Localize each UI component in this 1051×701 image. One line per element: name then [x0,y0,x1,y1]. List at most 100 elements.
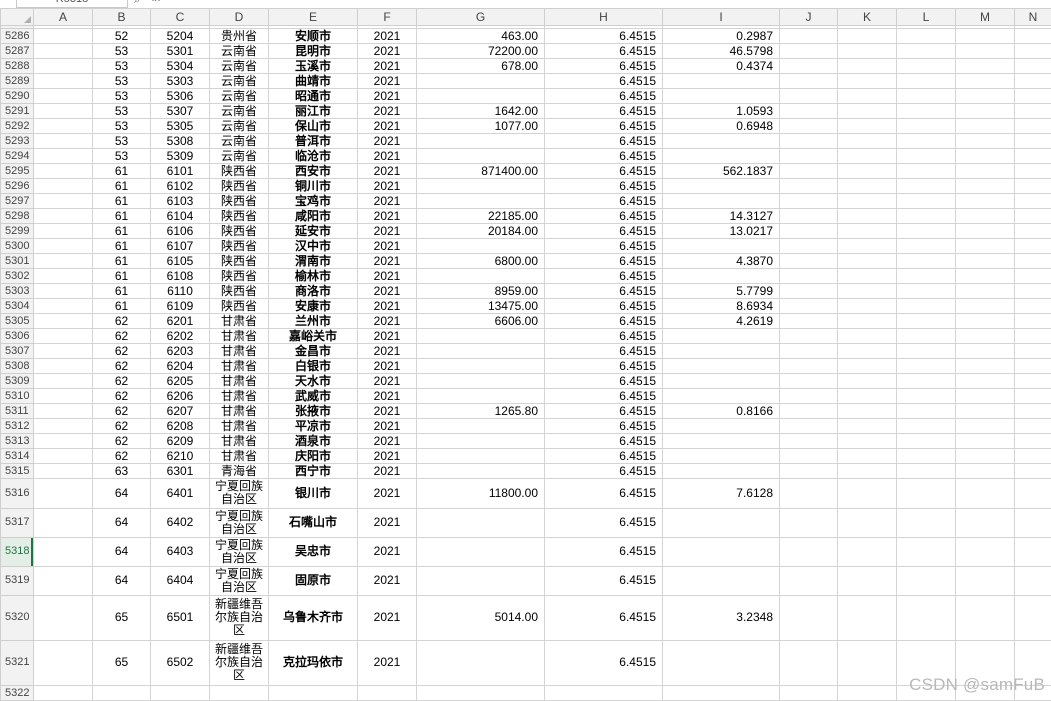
cell-e[interactable]: 张掖市 [268,403,358,420]
cell-m[interactable] [955,536,1015,567]
row-header[interactable]: 5289 [0,73,34,90]
cell-f[interactable]: 2021 [357,118,417,135]
cell-n[interactable] [1014,328,1051,345]
cell-g[interactable] [416,463,545,480]
cell-n[interactable] [1014,478,1051,509]
cell-n[interactable] [1014,253,1051,270]
cell-d[interactable]: 陕西省 [209,163,269,180]
cell-d[interactable]: 甘肃省 [209,373,269,390]
cell-n[interactable] [1014,58,1051,75]
cell-g[interactable] [416,388,545,405]
cell-e[interactable]: 汉中市 [268,238,358,255]
row-header[interactable]: 5308 [0,358,34,375]
cell-b[interactable]: 53 [92,73,151,90]
cell-d[interactable]: 宁夏回族自治区 [209,565,269,596]
cell-k[interactable] [837,178,897,195]
cell-h[interactable]: 6.4515 [544,418,663,435]
cell-g[interactable] [416,268,545,285]
cell-g[interactable] [416,73,545,90]
cell-e[interactable]: 白银市 [268,358,358,375]
cell-j[interactable] [779,148,838,165]
cell-g[interactable] [416,507,545,538]
cell-e[interactable]: 咸阳市 [268,208,358,225]
cell-b[interactable]: 61 [92,268,151,285]
cell-l[interactable] [896,43,956,60]
cell-b[interactable]: 53 [92,148,151,165]
cell-k[interactable] [837,565,897,596]
cell-a[interactable] [33,283,93,300]
cell-g[interactable] [416,343,545,360]
cell-a[interactable] [33,268,93,285]
cell-c[interactable] [150,684,210,701]
cell-h[interactable]: 6.4515 [544,223,663,240]
cell-c[interactable]: 5309 [150,148,210,165]
cell-n[interactable] [1014,118,1051,135]
cell-a[interactable] [33,536,93,567]
cell-f[interactable]: 2021 [357,43,417,60]
cell-a[interactable] [33,88,93,105]
cell-d[interactable]: 甘肃省 [209,313,269,330]
cell-e[interactable]: 固原市 [268,565,358,596]
cell-d[interactable]: 陕西省 [209,298,269,315]
row-header[interactable]: 5298 [0,208,34,225]
cell-f[interactable]: 2021 [357,178,417,195]
cell-i[interactable] [662,328,780,345]
cell-f[interactable]: 2021 [357,223,417,240]
cell-l[interactable] [896,418,956,435]
row-header[interactable]: 5305 [0,313,34,330]
cell-c[interactable]: 6101 [150,163,210,180]
cell-m[interactable] [955,594,1015,641]
row-header[interactable]: 5316 [0,478,34,509]
cell-c[interactable]: 6110 [150,283,210,300]
cell-g[interactable] [416,639,545,686]
cell-m[interactable] [955,298,1015,315]
row-header[interactable]: 5318 [0,536,34,567]
cell-c[interactable]: 6209 [150,433,210,450]
cell-j[interactable] [779,448,838,465]
row-header[interactable]: 5299 [0,223,34,240]
cell-b[interactable]: 62 [92,388,151,405]
cell-d[interactable]: 云南省 [209,58,269,75]
cell-h[interactable]: 6.4515 [544,133,663,150]
cell-f[interactable]: 2021 [357,418,417,435]
cell-j[interactable] [779,208,838,225]
cell-g[interactable]: 6800.00 [416,253,545,270]
cell-m[interactable] [955,193,1015,210]
cell-c[interactable]: 5306 [150,88,210,105]
cell-m[interactable] [955,118,1015,135]
cell-j[interactable] [779,193,838,210]
cell-h[interactable]: 6.4515 [544,58,663,75]
cell-a[interactable] [33,343,93,360]
cell-l[interactable] [896,268,956,285]
row-header[interactable]: 5286 [0,27,34,45]
cell-k[interactable] [837,358,897,375]
cell-d[interactable]: 云南省 [209,43,269,60]
row-header[interactable]: 5293 [0,133,34,150]
cell-i[interactable] [662,639,780,686]
cell-i[interactable]: 562.1837 [662,163,780,180]
cell-b[interactable]: 64 [92,507,151,538]
cell-k[interactable] [837,163,897,180]
cell-h[interactable]: 6.4515 [544,403,663,420]
cell-e[interactable]: 曲靖市 [268,73,358,90]
cell-f[interactable]: 2021 [357,58,417,75]
cell-k[interactable] [837,418,897,435]
cell-f[interactable]: 2021 [357,208,417,225]
cell-f[interactable]: 2021 [357,193,417,210]
cell-h[interactable]: 6.4515 [544,298,663,315]
cell-h[interactable]: 6.4515 [544,193,663,210]
row-header[interactable]: 5301 [0,253,34,270]
cell-h[interactable]: 6.4515 [544,313,663,330]
cell-h[interactable]: 6.4515 [544,328,663,345]
cell-b[interactable]: 61 [92,283,151,300]
cell-m[interactable] [955,148,1015,165]
row-header[interactable]: 5312 [0,418,34,435]
row-header[interactable]: 5310 [0,388,34,405]
cell-a[interactable] [33,388,93,405]
cell-k[interactable] [837,478,897,509]
cell-a[interactable] [33,298,93,315]
cell-l[interactable] [896,103,956,120]
cell-k[interactable] [837,594,897,641]
cell-d[interactable]: 甘肃省 [209,448,269,465]
cell-a[interactable] [33,148,93,165]
